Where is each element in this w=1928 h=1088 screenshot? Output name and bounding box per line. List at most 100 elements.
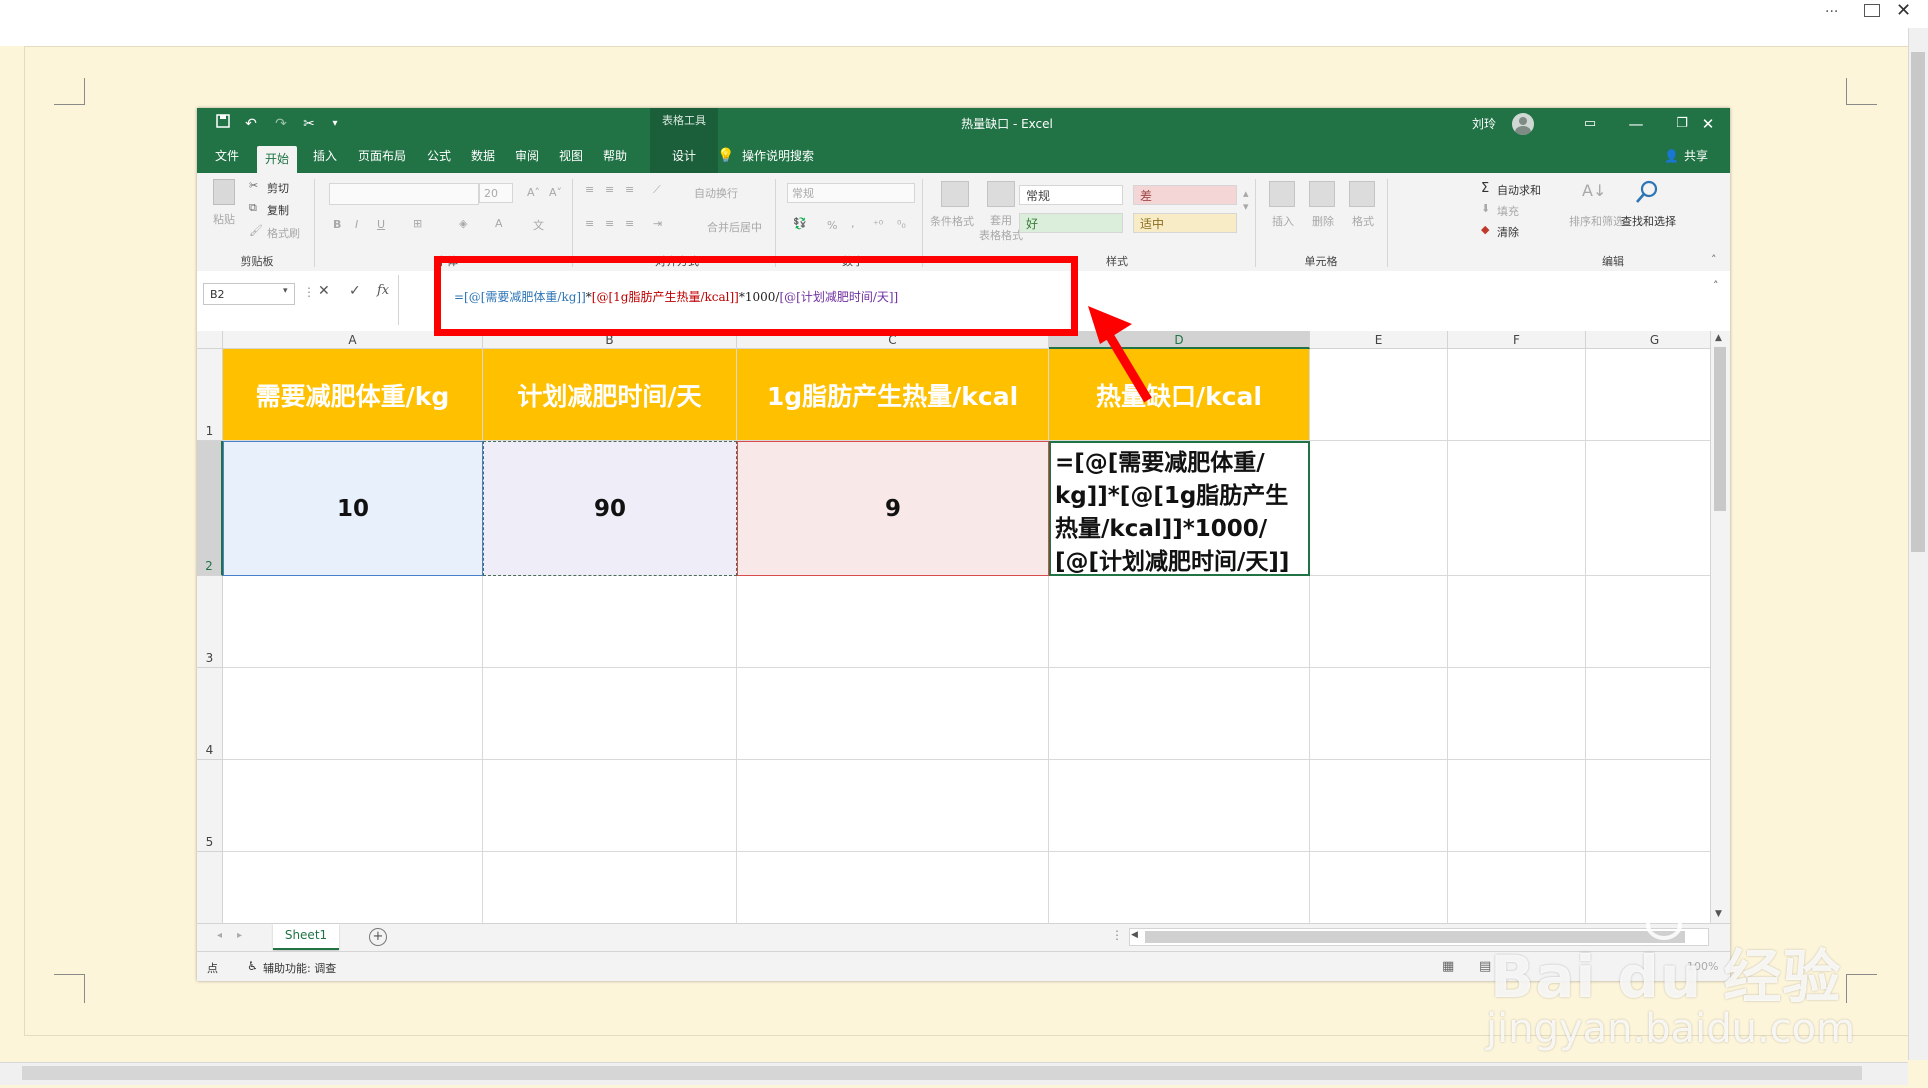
conditional-format-button[interactable]: 条件格式 xyxy=(930,213,974,229)
cell-f5[interactable] xyxy=(1448,760,1586,852)
confirm-entry-icon[interactable]: ✓ xyxy=(349,283,361,299)
row-header-2[interactable]: 2 xyxy=(197,441,223,576)
outer-vertical-scroll-thumb[interactable] xyxy=(1911,52,1925,552)
align-left-icon[interactable]: ≡ xyxy=(585,217,594,230)
cell-c1[interactable]: 1g脂肪产生热量/kcal xyxy=(737,349,1049,441)
tab-data[interactable]: 数据 xyxy=(463,140,503,173)
cut-button[interactable]: 剪切 xyxy=(267,180,289,196)
cell-b1[interactable]: 计划减肥时间/天 xyxy=(483,349,737,441)
percent-button[interactable]: % xyxy=(827,219,837,232)
decrease-decimal-icon[interactable]: ⁰₀ xyxy=(897,218,906,231)
clear-button[interactable]: 清除 xyxy=(1497,224,1519,240)
style-good[interactable]: 好 xyxy=(1019,213,1123,233)
currency-icon[interactable]: 💱 xyxy=(793,217,807,230)
tab-review[interactable]: 审阅 xyxy=(507,140,547,173)
cell-c5[interactable] xyxy=(737,760,1049,852)
fill-color-icon[interactable]: ◈ xyxy=(459,217,467,230)
font-color-icon[interactable]: A xyxy=(495,217,503,230)
cell-b5[interactable] xyxy=(483,760,737,852)
cell-e5[interactable] xyxy=(1310,760,1448,852)
styles-more-icon[interactable]: ▴ ▾ xyxy=(1243,187,1249,213)
cell-d2[interactable]: =[@[需要减肥体重/ kg]]*[@[1g脂肪产生 热量/kcal]]*100… xyxy=(1049,441,1310,576)
outer-horizontal-scroll-thumb[interactable] xyxy=(22,1066,1862,1080)
cell-f2[interactable] xyxy=(1448,441,1586,576)
column-header-e[interactable]: E xyxy=(1310,331,1448,349)
cell-g5[interactable] xyxy=(1586,760,1724,852)
cell-g3[interactable] xyxy=(1586,576,1724,668)
tab-file[interactable]: 文件 xyxy=(207,140,247,173)
cell-a2[interactable]: 10 xyxy=(223,441,483,576)
sort-filter-button[interactable]: 排序和筛选 xyxy=(1569,213,1624,229)
cell-g4[interactable] xyxy=(1586,668,1724,760)
align-top-icon[interactable]: ≡ xyxy=(585,183,594,196)
cell-b3[interactable] xyxy=(483,576,737,668)
fill-button[interactable]: 填充 xyxy=(1497,203,1519,219)
align-right-icon[interactable]: ≡ xyxy=(625,217,634,230)
underline-button[interactable]: U xyxy=(377,218,385,231)
format-painter-button[interactable]: 格式刷 xyxy=(267,225,300,241)
cell-a1[interactable]: 需要减肥体重/kg xyxy=(223,349,483,441)
delete-cells-icon[interactable] xyxy=(1309,181,1335,207)
cell-a4[interactable] xyxy=(223,668,483,760)
cell-f1[interactable] xyxy=(1448,349,1586,441)
conditional-format-icon[interactable] xyxy=(941,181,969,207)
align-middle-icon[interactable]: ≡ xyxy=(605,183,614,196)
format-cells-icon[interactable] xyxy=(1349,181,1375,207)
cell-d6[interactable] xyxy=(1049,852,1310,923)
cell-b2[interactable]: 90 xyxy=(483,441,737,576)
accessibility-status[interactable]: 辅助功能: 调查 xyxy=(263,960,336,976)
tab-formulas[interactable]: 公式 xyxy=(419,140,459,173)
name-box[interactable]: B2 xyxy=(203,283,295,305)
insert-function-icon[interactable]: fx xyxy=(377,283,389,298)
cell-a3[interactable] xyxy=(223,576,483,668)
find-select-button[interactable]: 查找和选择 xyxy=(1621,213,1676,229)
row-header-1[interactable]: 1 xyxy=(197,349,223,441)
cell-e2[interactable] xyxy=(1310,441,1448,576)
save-icon[interactable] xyxy=(213,114,233,134)
minimize-icon[interactable]: — xyxy=(1613,108,1659,140)
increase-decimal-icon[interactable]: ⁺⁰ xyxy=(873,218,883,231)
copy-button[interactable]: 复制 xyxy=(267,202,289,218)
format-as-table-button[interactable]: 套用 表格格式 xyxy=(979,213,1023,243)
sort-filter-icon[interactable]: A↓ xyxy=(1582,181,1606,200)
style-normal[interactable]: 常规 xyxy=(1019,185,1123,205)
grid-scroll-left-icon[interactable]: ◀ xyxy=(1131,930,1138,940)
add-sheet-icon[interactable]: + xyxy=(369,928,387,946)
tab-design[interactable]: 设计 xyxy=(650,140,718,173)
cell-b6[interactable] xyxy=(483,852,737,923)
row-header-4[interactable]: 4 xyxy=(197,668,223,760)
normal-view-icon[interactable]: ▦ xyxy=(1442,959,1454,974)
share-button[interactable]: 共享 xyxy=(1681,140,1711,173)
cell-a5[interactable] xyxy=(223,760,483,852)
align-center-icon[interactable]: ≡ xyxy=(605,217,614,230)
insert-cells-icon[interactable] xyxy=(1269,181,1295,207)
tab-view[interactable]: 视图 xyxy=(551,140,591,173)
format-as-table-icon[interactable] xyxy=(987,181,1015,207)
cell-e4[interactable] xyxy=(1310,668,1448,760)
comma-button[interactable]: , xyxy=(851,217,855,230)
cell-c2[interactable]: 9 xyxy=(737,441,1049,576)
orientation-icon[interactable]: ⟋ xyxy=(653,183,661,197)
tab-help[interactable]: 帮助 xyxy=(595,140,635,173)
cell-g1[interactable] xyxy=(1586,349,1724,441)
expand-formula-bar-icon[interactable]: ˄ xyxy=(1713,279,1719,292)
cell-c3[interactable] xyxy=(737,576,1049,668)
cut-quick-icon[interactable]: ✂ xyxy=(299,114,319,134)
cell-c6[interactable] xyxy=(737,852,1049,923)
tab-page-layout[interactable]: 页面布局 xyxy=(349,140,415,173)
cell-d4[interactable] xyxy=(1049,668,1310,760)
grow-font-icon[interactable]: A˄ xyxy=(527,186,540,199)
row-header-3[interactable]: 3 xyxy=(197,576,223,668)
shrink-font-icon[interactable]: A˅ xyxy=(549,186,562,199)
sheet-bar-splitter-icon[interactable]: ⋮ xyxy=(1111,928,1123,942)
undo-icon[interactable]: ↶ xyxy=(241,114,261,134)
font-size-box[interactable]: 20 xyxy=(479,183,513,203)
paste-button[interactable]: 粘贴 xyxy=(213,211,235,227)
row-header-5[interactable]: 5 xyxy=(197,760,223,852)
style-bad[interactable]: 差 xyxy=(1133,185,1237,205)
paste-icon[interactable] xyxy=(213,179,235,205)
column-header-f[interactable]: F xyxy=(1448,331,1586,349)
autosum-button[interactable]: 自动求和 xyxy=(1497,182,1541,198)
grid-scroll-down-icon[interactable]: ▼ xyxy=(1715,909,1722,919)
name-box-dropdown-icon[interactable]: ▾ xyxy=(283,286,288,296)
